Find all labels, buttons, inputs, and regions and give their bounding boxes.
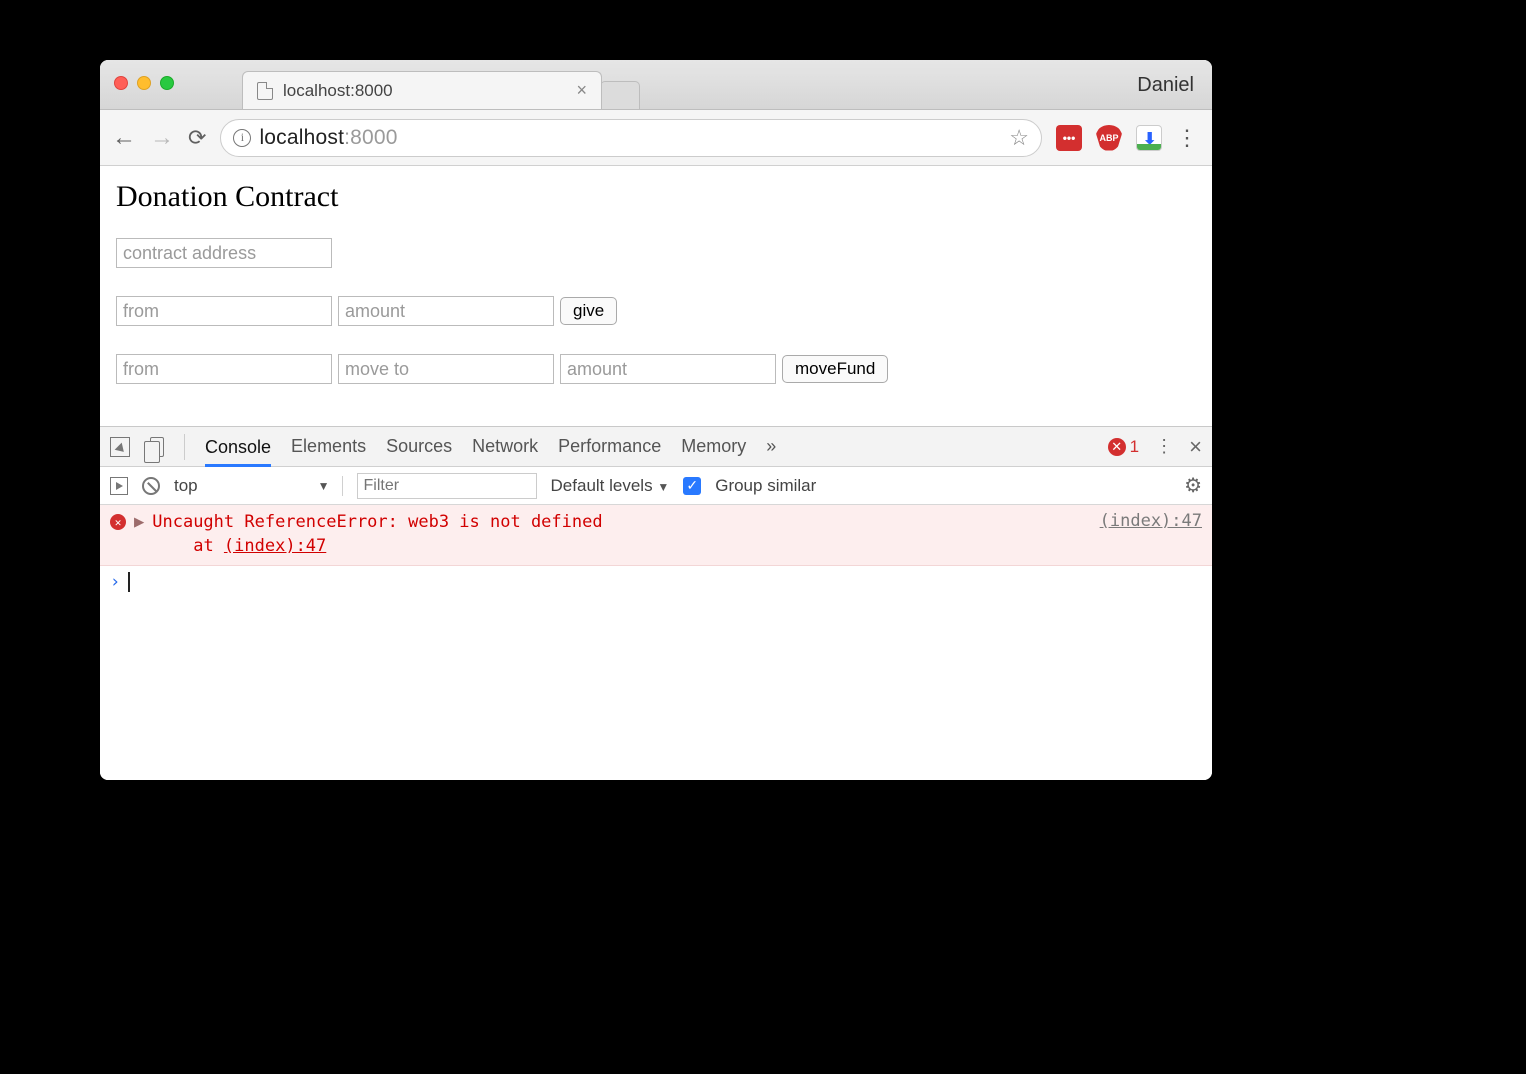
tab-memory[interactable]: Memory: [681, 436, 746, 457]
tab-performance[interactable]: Performance: [558, 436, 661, 457]
browser-window: localhost:8000 × Daniel ← → ⟳ i localhos…: [100, 60, 1212, 780]
group-similar-label: Group similar: [715, 476, 816, 496]
log-levels-dropdown[interactable]: Default levels ▼: [551, 476, 670, 496]
fullscreen-window-button[interactable]: [160, 76, 174, 90]
give-row: give: [116, 296, 1196, 326]
extension-download-icon[interactable]: ⬇: [1136, 125, 1162, 151]
back-button[interactable]: ←: [112, 124, 136, 152]
tab-title: localhost:8000: [283, 81, 566, 101]
titlebar: localhost:8000 × Daniel: [100, 60, 1212, 110]
extension-adblockplus-icon[interactable]: ABP: [1096, 125, 1122, 151]
error-stack-link[interactable]: (index):47: [224, 536, 326, 556]
site-info-icon[interactable]: i: [233, 129, 251, 147]
tab-network[interactable]: Network: [472, 436, 538, 457]
page-heading: Donation Contract: [116, 180, 1196, 214]
disclosure-triangle-icon[interactable]: ▶: [134, 512, 144, 532]
chrome-menu-icon[interactable]: ⋮: [1176, 125, 1200, 151]
error-count-badge[interactable]: ✕1: [1108, 437, 1139, 457]
close-window-button[interactable]: [114, 76, 128, 90]
devtools-close-icon[interactable]: ×: [1189, 434, 1202, 460]
console-error-row[interactable]: ✕ ▶ Uncaught ReferenceError: web3 is not…: [100, 505, 1212, 566]
move-from-input[interactable]: [116, 354, 332, 384]
tab-elements[interactable]: Elements: [291, 436, 366, 457]
reload-button[interactable]: ⟳: [188, 125, 206, 151]
browser-toolbar: ← → ⟳ i localhost:8000 ☆ ••• ABP ⬇ ⋮: [100, 110, 1212, 166]
tab-sources[interactable]: Sources: [386, 436, 452, 457]
new-tab-button[interactable]: [600, 81, 640, 109]
extension-lastpass-icon[interactable]: •••: [1056, 125, 1082, 151]
close-tab-icon[interactable]: ×: [576, 80, 587, 101]
context-selector[interactable]: top▼: [174, 476, 343, 496]
profile-name[interactable]: Daniel: [1137, 74, 1194, 97]
console-settings-icon[interactable]: ⚙: [1184, 473, 1202, 498]
url-text: localhost:8000: [259, 126, 397, 150]
divider: [184, 434, 185, 460]
give-from-input[interactable]: [116, 296, 332, 326]
devtools-menu-icon[interactable]: ⋮: [1155, 436, 1173, 457]
clear-console-icon[interactable]: [142, 477, 160, 495]
inspect-element-icon[interactable]: [110, 437, 130, 457]
minimize-window-button[interactable]: [137, 76, 151, 90]
page-content: Donation Contract give moveFund: [100, 166, 1212, 426]
contract-address-row: [116, 238, 1196, 268]
tab-more-icon[interactable]: »: [766, 436, 776, 457]
move-to-input[interactable]: [338, 354, 554, 384]
forward-button[interactable]: →: [150, 124, 174, 152]
group-similar-checkbox[interactable]: ✓: [683, 477, 701, 495]
error-icon: ✕: [110, 514, 126, 530]
text-cursor: [128, 572, 130, 592]
move-amount-input[interactable]: [560, 354, 776, 384]
console-filter-input[interactable]: [357, 473, 537, 499]
console-toolbar: top▼ Default levels ▼ ✓ Group similar ⚙: [100, 467, 1212, 505]
page-icon: [257, 82, 273, 100]
execution-context-icon[interactable]: [110, 477, 128, 495]
console-prompt[interactable]: ›: [100, 566, 1212, 598]
bookmark-star-icon[interactable]: ☆: [1009, 125, 1029, 151]
give-button[interactable]: give: [560, 297, 617, 325]
error-message: Uncaught ReferenceError: web3 is not def…: [152, 511, 602, 559]
window-controls: [114, 76, 174, 90]
contract-address-input[interactable]: [116, 238, 332, 268]
movefund-row: moveFund: [116, 354, 1196, 384]
movefund-button[interactable]: moveFund: [782, 355, 888, 383]
devtools-tabstrip: Console Elements Sources Network Perform…: [100, 427, 1212, 467]
prompt-chevron-icon: ›: [110, 572, 120, 592]
address-bar[interactable]: i localhost:8000 ☆: [220, 119, 1042, 157]
device-toolbar-icon[interactable]: [150, 437, 164, 457]
console-output: ✕ ▶ Uncaught ReferenceError: web3 is not…: [100, 505, 1212, 780]
tab-console[interactable]: Console: [205, 437, 271, 467]
browser-tab[interactable]: localhost:8000 ×: [242, 71, 602, 109]
devtools-panel: Console Elements Sources Network Perform…: [100, 426, 1212, 780]
error-source-link[interactable]: (index):47: [1100, 511, 1202, 531]
give-amount-input[interactable]: [338, 296, 554, 326]
